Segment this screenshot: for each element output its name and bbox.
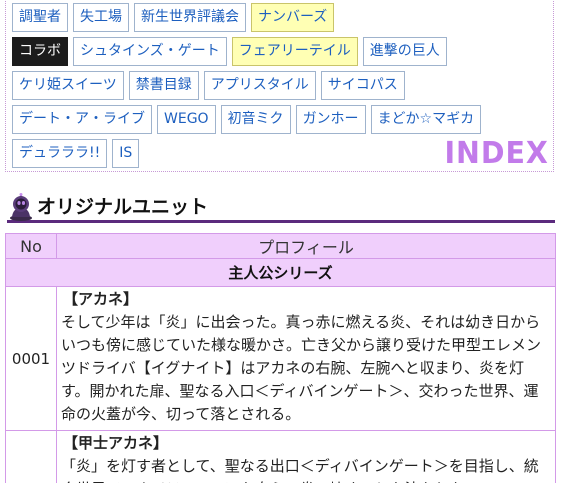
tag-appli-style[interactable]: アプリスタイル bbox=[203, 71, 316, 100]
tag-chouseisha[interactable]: 調聖者 bbox=[12, 3, 68, 32]
tag-madoka-magica[interactable]: まどか☆マギカ bbox=[370, 105, 482, 134]
tag-date-a-live[interactable]: デート・ア・ライブ bbox=[12, 105, 152, 134]
tag-psycho-pass[interactable]: サイコパス bbox=[320, 71, 405, 100]
unit-profile: 【アカネ】 そして少年は「炎」に出会った。真っ赤に燃える炎、それは幼き日からいつ… bbox=[56, 286, 556, 431]
tag-shinsei-sekai-hyougikai[interactable]: 新生世界評議会 bbox=[134, 3, 246, 32]
unit-name: 【アカネ】 bbox=[63, 290, 139, 308]
tag-shitsukoujou[interactable]: 失工場 bbox=[73, 3, 129, 32]
tag-wego[interactable]: WEGO bbox=[157, 105, 216, 134]
group-label: 主人公シリーズ bbox=[5, 258, 556, 287]
tag-gungho[interactable]: ガンホー bbox=[295, 105, 366, 134]
tag-keri-hime-sweets[interactable]: ケリ姫スイーツ bbox=[12, 71, 124, 100]
table-group-row: 主人公シリーズ bbox=[5, 258, 556, 287]
collab-tag-panel: 調聖者 失工場 新生世界評議会 ナンバーズ コラボ シュタインズ・ゲート フェア… bbox=[5, 0, 554, 172]
unit-profile-table: No プロフィール 主人公シリーズ 0001 【アカネ】 そして少年は「炎」に出… bbox=[5, 233, 556, 483]
table-row: 【甲士アカネ】 「炎」を灯す者として、聖なる出口＜ディバインゲート＞を目指し、統… bbox=[5, 430, 556, 483]
unit-description: そして少年は「炎」に出会った。真っ赤に燃える炎、それは幼き日からいつも傍に感じて… bbox=[61, 313, 542, 423]
tag-row-3: ケリ姫スイーツ 禁書目録 アプリスタイル サイコパス bbox=[12, 71, 405, 100]
unit-profile: 【甲士アカネ】 「炎」を灯す者として、聖なる出口＜ディバインゲート＞を目指し、統… bbox=[56, 430, 556, 483]
tag-durarara[interactable]: デュラララ!! bbox=[12, 139, 108, 168]
tag-steins-gate[interactable]: シュタインズ・ゲート bbox=[73, 37, 227, 66]
robot-character-icon bbox=[7, 193, 35, 221]
unit-number bbox=[5, 430, 57, 483]
section-title: オリジナルユニット bbox=[37, 196, 209, 218]
column-header-profile: プロフィール bbox=[56, 233, 556, 259]
unit-description: 「炎」を灯す者として、聖なる出口＜ディバインゲート＞を目指し、統合世界＜ユナイテ… bbox=[61, 457, 539, 483]
unit-name: 【甲士アカネ】 bbox=[63, 434, 169, 452]
section-header: オリジナルユニット bbox=[7, 193, 555, 223]
tag-numbers[interactable]: ナンバーズ bbox=[251, 3, 335, 32]
tag-is[interactable]: IS bbox=[112, 139, 140, 168]
column-header-no: No bbox=[5, 233, 57, 259]
unit-number: 0001 bbox=[5, 286, 57, 431]
index-logo: INDEX bbox=[444, 136, 549, 171]
page: 調聖者 失工場 新生世界評議会 ナンバーズ コラボ シュタインズ・ゲート フェア… bbox=[0, 0, 564, 483]
tag-row-5: デュラララ!! IS bbox=[12, 139, 140, 168]
tag-shingeki-no-kyojin[interactable]: 進撃の巨人 bbox=[362, 37, 447, 66]
tag-collab[interactable]: コラボ bbox=[12, 37, 68, 66]
tag-row-2: コラボ シュタインズ・ゲート フェアリーテイル 進撃の巨人 bbox=[12, 37, 447, 66]
tag-row-4: デート・ア・ライブ WEGO 初音ミク ガンホー まどか☆マギカ bbox=[12, 105, 482, 134]
tag-hatsune-miku[interactable]: 初音ミク bbox=[220, 105, 291, 134]
tag-row-1: 調聖者 失工場 新生世界評議会 ナンバーズ bbox=[12, 3, 335, 32]
tag-fairy-tail[interactable]: フェアリーテイル bbox=[231, 37, 358, 66]
tag-index[interactable]: 禁書目録 bbox=[128, 71, 199, 100]
table-row: 0001 【アカネ】 そして少年は「炎」に出会った。真っ赤に燃える炎、それは幼き… bbox=[5, 286, 556, 431]
table-header-row: No プロフィール bbox=[5, 233, 556, 259]
